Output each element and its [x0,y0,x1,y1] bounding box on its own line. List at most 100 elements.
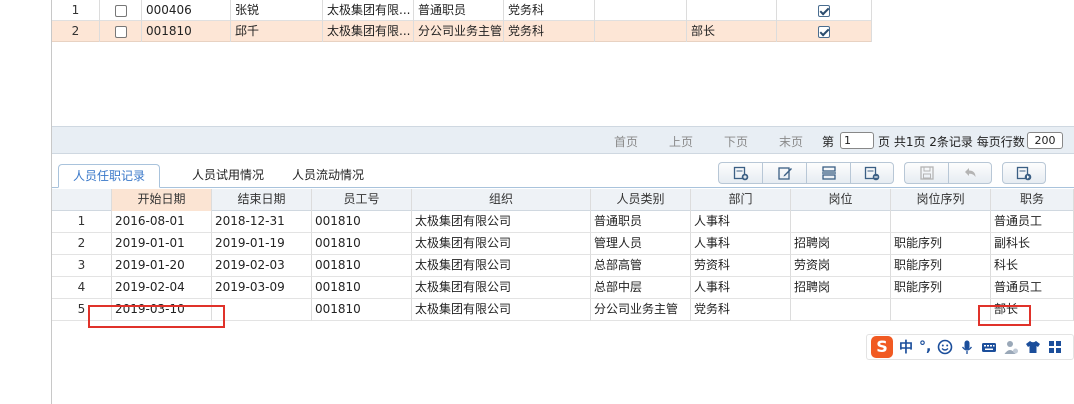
employee-id-cell[interactable]: 001810 [312,299,412,321]
undo-button[interactable] [948,162,992,184]
start-date-cell[interactable]: 2019-01-01 [112,233,212,255]
end-date-cell[interactable]: 2019-02-03 [212,255,312,277]
header-organization[interactable]: 组织 [412,189,591,211]
header-department[interactable]: 部门 [691,189,791,211]
end-date-cell[interactable]: 2019-01-19 [212,233,312,255]
delete-row-button[interactable] [850,162,894,184]
position-cell[interactable] [791,299,891,321]
start-date-cell[interactable]: 2019-02-04 [112,277,212,299]
staff-type-cell[interactable]: 分公司业务主管 [591,299,691,321]
tab-appointment-records[interactable]: 人员任职记录 [58,164,161,188]
rows-per-page-input[interactable]: 200 [1027,132,1063,149]
table-row[interactable]: 1 2016-08-01 2018-12-31 001810 太极集团有限公司 普通职员人… [52,211,1074,233]
employee-type: 分公司业务主管 [414,21,504,42]
position-cell[interactable]: 招聘岗 [791,277,891,299]
position-cell[interactable]: 劳资岗 [791,255,891,277]
next-page-link[interactable]: 下页 [724,133,748,150]
organization-cell[interactable]: 太极集团有限公司 [412,299,591,321]
organization-cell[interactable]: 太极集团有限公司 [412,277,591,299]
row-index: 4 [52,277,112,299]
start-date-cell[interactable]: 2016-08-01 [112,211,212,233]
department-cell[interactable]: 人事科 [691,277,791,299]
row-select-checkbox[interactable] [100,0,142,21]
table-row[interactable]: 1 000406 张锐 太极集团有限... 普通职员 党务科 [52,0,872,21]
page-number-input[interactable]: 1 [840,132,874,149]
ime-mode-toggle[interactable]: 中 [899,337,913,357]
table-row[interactable]: 4 2019-02-04 2019-03-09 001810 太极集团有限公司 总部中层人… [52,277,1074,299]
employee-id-cell[interactable]: 001810 [312,233,412,255]
position-series-cell[interactable]: 职能序列 [891,255,991,277]
add-record-button[interactable] [718,162,762,184]
insert-row-button[interactable] [806,162,850,184]
first-page-link[interactable]: 首页 [614,133,638,150]
user-avatar-icon[interactable] [1003,339,1019,355]
table-row[interactable]: 2 001810 邱千 太极集团有限... 分公司业务主管 党务科 部长 [52,21,872,42]
status-checkbox[interactable] [777,0,872,21]
position-series-cell[interactable] [891,299,991,321]
department-cell[interactable]: 党务科 [691,299,791,321]
header-employee-id[interactable]: 员工号 [312,189,412,211]
header-start-date[interactable]: 开始日期 [112,189,212,211]
department-cell[interactable]: 人事科 [691,211,791,233]
organization-cell[interactable]: 太极集团有限公司 [412,233,591,255]
left-panel-border [0,0,52,404]
save-button[interactable] [904,162,948,184]
organization-cell[interactable]: 太极集团有限公司 [412,255,591,277]
department-cell[interactable]: 劳资科 [691,255,791,277]
emoji-icon[interactable] [937,339,953,355]
organization-cell[interactable]: 太极集团有限公司 [412,211,591,233]
header-end-date[interactable]: 结束日期 [212,189,312,211]
last-page-link[interactable]: 末页 [779,133,803,150]
microphone-icon[interactable] [959,339,975,355]
employee-col7 [595,21,687,42]
export-button[interactable] [1002,162,1046,184]
staff-type-cell[interactable]: 管理人员 [591,233,691,255]
staff-type-cell[interactable]: 总部中层 [591,277,691,299]
tab-transfer[interactable]: 人员流动情况 [278,164,378,188]
row-index: 3 [52,255,112,277]
page-prefix: 第 [822,135,835,149]
end-date-cell[interactable]: 2019-03-09 [212,277,312,299]
employee-name: 张锐 [231,0,323,21]
keyboard-icon[interactable] [981,339,997,355]
header-position-series[interactable]: 岗位序列 [891,189,991,211]
row-index: 2 [52,233,112,255]
table-row[interactable]: 2 2019-01-01 2019-01-19 001810 太极集团有限公司 管理人员人… [52,233,1074,255]
position-series-cell[interactable] [891,211,991,233]
job-title-cell[interactable]: 副科长 [991,233,1074,255]
position-series-cell[interactable]: 职能序列 [891,277,991,299]
staff-type-cell[interactable]: 总部高管 [591,255,691,277]
ime-punctuation-toggle[interactable]: °, [919,339,931,355]
department-cell[interactable]: 人事科 [691,233,791,255]
employee-id-cell[interactable]: 001810 [312,255,412,277]
position-series-cell[interactable]: 职能序列 [891,233,991,255]
status-checkbox[interactable] [777,21,872,42]
header-job-title[interactable]: 职务 [991,189,1074,211]
prev-page-link[interactable]: 上页 [669,133,693,150]
skin-shirt-icon[interactable] [1025,339,1041,355]
employee-code: 001810 [142,21,231,42]
job-title-cell[interactable]: 普通员工 [991,277,1074,299]
end-date-cell[interactable] [212,299,312,321]
toolbox-grid-icon[interactable] [1047,339,1063,355]
row-index: 1 [52,211,112,233]
table-row[interactable]: 3 2019-01-20 2019-02-03 001810 太极集团有限公司 总部高管劳… [52,255,1074,277]
header-position[interactable]: 岗位 [791,189,891,211]
position-cell[interactable]: 招聘岗 [791,233,891,255]
position-cell[interactable] [791,211,891,233]
employee-id-cell[interactable]: 001810 [312,277,412,299]
sogou-logo-icon[interactable]: S [871,336,893,358]
employee-id-cell[interactable]: 001810 [312,211,412,233]
grid-header: 开始日期 结束日期 员工号 组织 人员类别 部门 岗位 岗位序列 职务 [52,189,1074,211]
job-title-cell[interactable]: 普通员工 [991,211,1074,233]
staff-type-cell[interactable]: 普通职员 [591,211,691,233]
job-title-cell[interactable]: 科长 [991,255,1074,277]
employee-org: 太极集团有限... [323,0,414,21]
header-staff-type[interactable]: 人员类别 [591,189,691,211]
end-date-cell[interactable]: 2018-12-31 [212,211,312,233]
tab-probation[interactable]: 人员试用情况 [178,164,278,188]
edit-record-button[interactable] [762,162,806,184]
start-date-cell[interactable]: 2019-01-20 [112,255,212,277]
row-select-checkbox[interactable] [100,21,142,42]
employee-type: 普通职员 [414,0,504,21]
